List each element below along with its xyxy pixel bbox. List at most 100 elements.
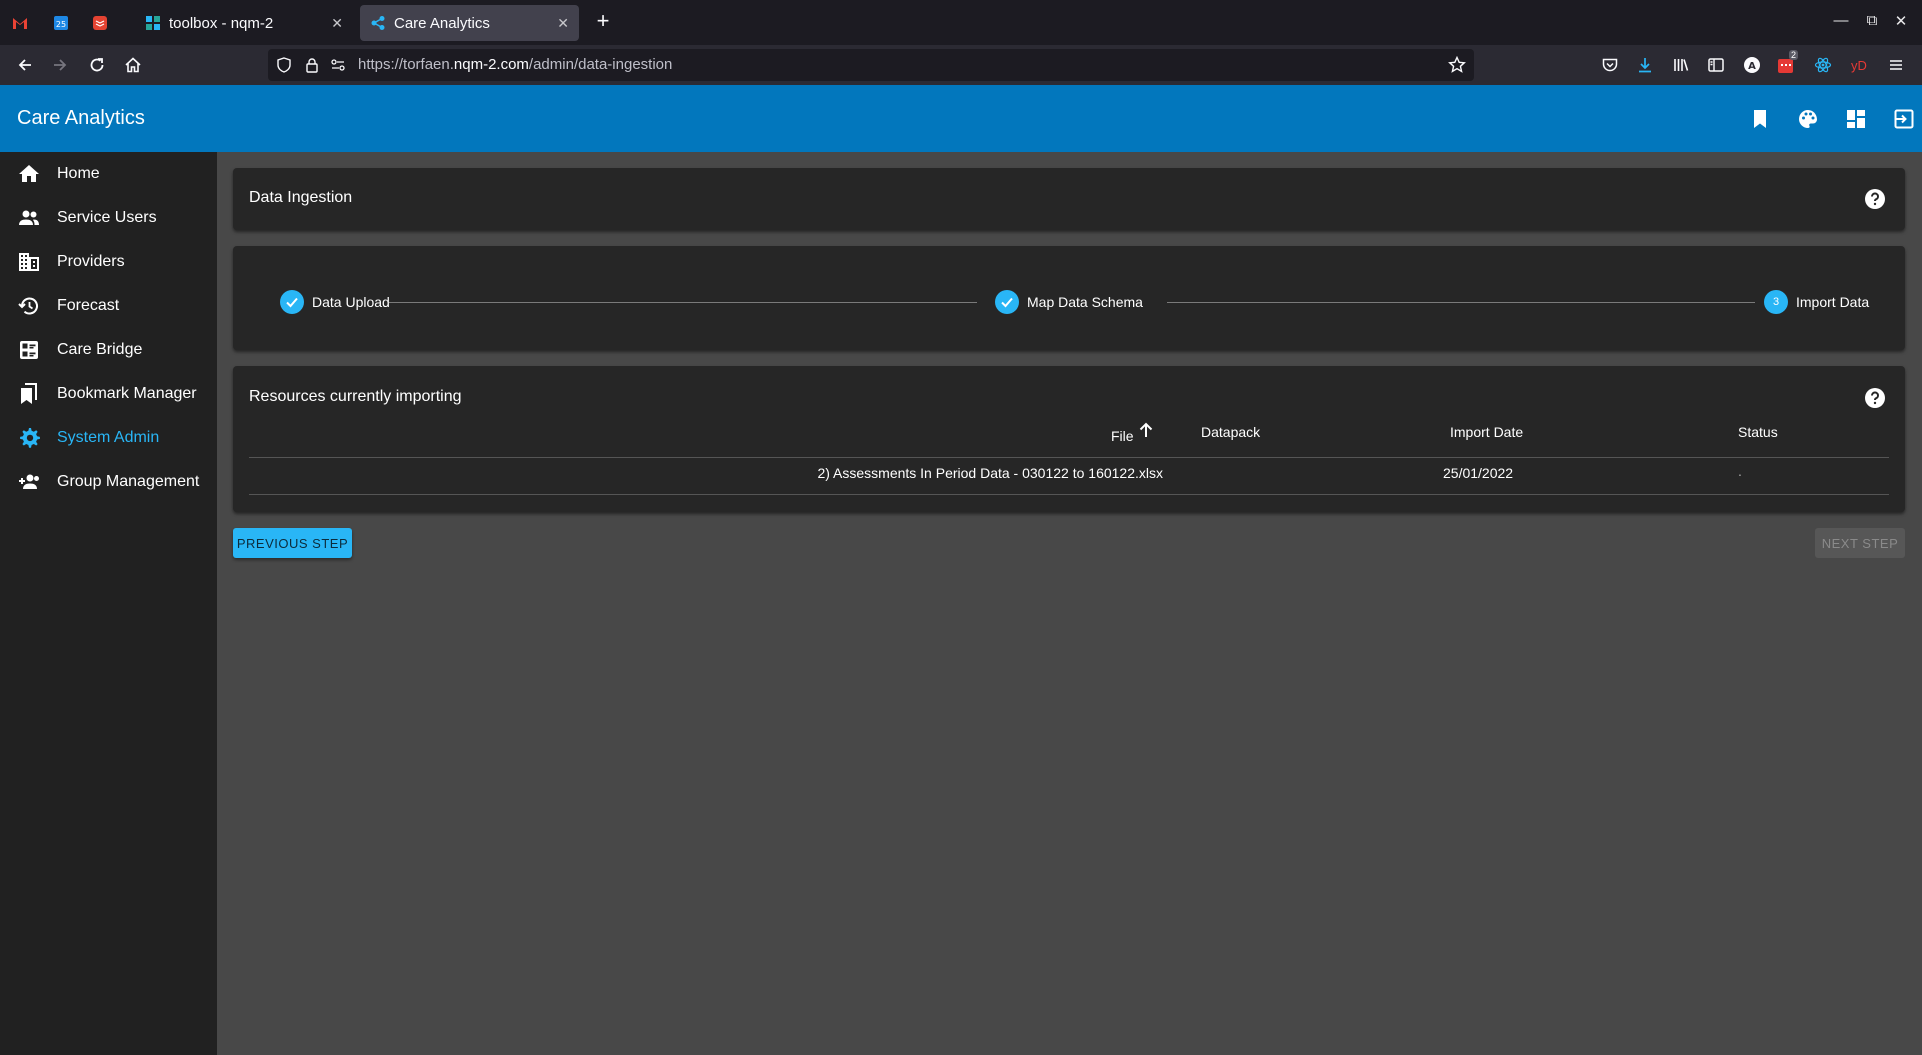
yd-extension-button[interactable]: yD — [1847, 53, 1871, 77]
building-icon — [19, 253, 39, 271]
react-icon — [1814, 57, 1832, 73]
app-header: Care Analytics — [0, 85, 1922, 152]
step-data-upload: Data Upload — [280, 290, 390, 314]
new-tab-button[interactable]: + — [591, 10, 615, 34]
sidebar-toggle-button[interactable] — [1704, 53, 1728, 77]
step-label: Data Upload — [312, 294, 390, 310]
back-button[interactable] — [13, 53, 37, 77]
gmail-icon — [13, 17, 27, 29]
url-domain: nqm-2.com — [453, 56, 529, 73]
minimize-icon[interactable]: — — [1831, 12, 1851, 29]
logout-icon[interactable] — [1892, 107, 1916, 131]
gmail-pinned-tab[interactable] — [0, 0, 40, 45]
url-text[interactable]: https://torfaen.nqm-2.com/admin/data-ing… — [358, 56, 672, 73]
svg-text:A: A — [1748, 61, 1756, 72]
forward-button[interactable] — [48, 53, 72, 77]
tab-title: toolbox - nqm-2 — [169, 14, 274, 32]
downloads-button[interactable] — [1633, 53, 1657, 77]
permissions-icon[interactable] — [330, 57, 346, 73]
page-header-card: Data Ingestion — [233, 168, 1905, 230]
help-icon[interactable] — [1863, 187, 1887, 211]
main-content: Data Ingestion Data Upload Map Data Sche… — [217, 152, 1922, 1055]
reload-button[interactable] — [85, 53, 109, 77]
sidebar-item-service-users[interactable]: Service Users — [0, 196, 217, 240]
app-title: Care Analytics — [17, 107, 145, 129]
group-add-icon — [19, 474, 39, 489]
step-complete-circle — [995, 290, 1019, 314]
cell-status: . — [1738, 463, 1742, 479]
step-connector — [389, 302, 977, 303]
close-tab-icon[interactable]: ✕ — [331, 15, 343, 32]
close-tab-icon[interactable]: ✕ — [557, 15, 569, 32]
menu-button[interactable] — [1884, 53, 1908, 77]
resources-title: Resources currently importing — [249, 388, 462, 405]
step-import-data: 3 Import Data — [1764, 290, 1869, 314]
calendar-pinned-tab[interactable]: 25 — [41, 0, 81, 45]
column-header-label: File — [1111, 428, 1134, 444]
sidebar-item-forecast[interactable]: Forecast — [0, 284, 217, 328]
palette-icon[interactable] — [1796, 107, 1820, 131]
share-nodes-icon — [371, 16, 385, 30]
table-divider — [249, 494, 1889, 495]
sidebar-item-care-bridge[interactable]: Care Bridge — [0, 328, 217, 372]
arrow-right-icon — [54, 59, 67, 71]
account-icon: A — [1744, 57, 1760, 73]
gear-icon — [20, 428, 40, 448]
arrow-left-icon — [18, 59, 31, 71]
next-step-button[interactable]: NEXT STEP — [1815, 528, 1905, 558]
page-title: Data Ingestion — [249, 189, 353, 206]
library-icon — [1674, 59, 1689, 71]
pocket-button[interactable] — [1598, 53, 1622, 77]
restore-icon[interactable]: ⧉ — [1862, 12, 1882, 29]
tab-care-analytics[interactable]: Care Analytics ✕ — [360, 5, 579, 41]
help-icon[interactable] — [1863, 386, 1887, 410]
sidebar-item-bookmark-manager[interactable]: Bookmark Manager — [0, 372, 217, 416]
sort-arrow-up-icon[interactable] — [1137, 421, 1155, 439]
shield-icon[interactable] — [276, 57, 292, 73]
toolbox-icon — [146, 16, 160, 30]
column-header-import-date[interactable]: Import Date — [1450, 424, 1523, 440]
lock-icon[interactable] — [304, 57, 320, 73]
stepper-card: Data Upload Map Data Schema 3 Import Dat… — [233, 246, 1905, 350]
account-button[interactable]: A — [1740, 53, 1764, 77]
step-connector — [1167, 302, 1755, 303]
tab-title: Care Analytics — [394, 14, 490, 32]
todoist-pinned-tab[interactable] — [80, 0, 120, 45]
sidebar-item-label: Group Management — [57, 473, 200, 490]
bookmarks-icon — [21, 383, 37, 404]
download-icon — [1639, 58, 1651, 73]
react-devtools-button[interactable] — [1811, 53, 1835, 77]
sidebar-item-label: Providers — [57, 253, 125, 270]
extension-red-button[interactable]: 2 — [1775, 50, 1799, 77]
sidebar-item-group-management[interactable]: Group Management — [0, 460, 217, 504]
sidebar-item-label: Care Bridge — [57, 341, 143, 358]
previous-step-button[interactable]: PREVIOUS STEP — [233, 528, 352, 558]
url-bar[interactable]: https://torfaen.nqm-2.com/admin/data-ing… — [268, 49, 1474, 81]
home-button[interactable] — [121, 53, 145, 77]
dashboard-icon[interactable] — [1844, 107, 1868, 131]
step-label: Import Data — [1796, 294, 1870, 310]
sidebar-item-system-admin[interactable]: System Admin — [0, 416, 217, 460]
sidebar-item-label: Service Users — [57, 209, 157, 226]
pocket-icon — [1602, 58, 1618, 72]
sidebar-item-providers[interactable]: Providers — [0, 240, 217, 284]
column-header-datapack[interactable]: Datapack — [1201, 424, 1260, 440]
window-close-icon[interactable]: ✕ — [1891, 12, 1911, 30]
star-icon[interactable] — [1448, 56, 1466, 74]
house-icon — [125, 57, 141, 73]
hamburger-menu-icon — [1890, 60, 1902, 70]
dashboard-list-icon — [20, 341, 38, 359]
step-number-circle: 3 — [1764, 290, 1788, 314]
column-header-file[interactable]: File — [1111, 422, 1153, 444]
step-label: Map Data Schema — [1027, 294, 1143, 310]
library-button[interactable] — [1669, 53, 1693, 77]
column-header-status[interactable]: Status — [1738, 424, 1778, 440]
bookmark-icon[interactable] — [1748, 107, 1772, 131]
url-path: /admin/data-ingestion — [528, 56, 673, 73]
tab-toolbox[interactable]: toolbox - nqm-2 ✕ — [135, 5, 353, 41]
calendar-icon: 25 — [54, 15, 68, 30]
browser-nav-bar: https://torfaen.nqm-2.com/admin/data-ing… — [0, 45, 1922, 85]
cell-import-date: 25/01/2022 — [1443, 465, 1514, 481]
sidebar-item-home[interactable]: Home — [0, 152, 217, 196]
history-icon — [18, 297, 38, 315]
